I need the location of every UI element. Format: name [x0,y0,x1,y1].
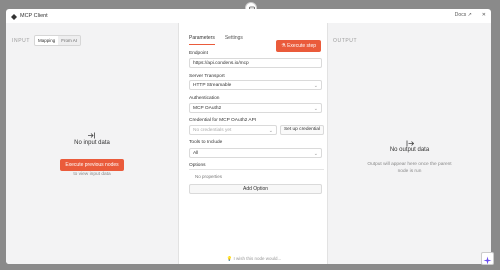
transport-select[interactable]: HTTP Streamable ⌄ [189,80,322,90]
credential-label: Credential for MCP OAuth2 API [189,118,257,123]
input-pane: INPUT Mapping From AI No input data Exec… [6,23,178,264]
auth-label: Authentication [189,96,220,101]
endpoint-label: Endpoint [189,51,208,56]
ai-assistant-icon[interactable] [481,252,494,265]
output-hint: Output will appear here once the parent … [367,162,452,174]
chevron-down-icon: ⌄ [313,106,318,112]
node-title: MCP Client [20,13,48,19]
execute-step-button[interactable]: ⚗ Execute step [276,40,321,52]
setup-credential-button[interactable]: Set up credential [280,125,324,135]
options-divider [189,169,324,170]
output-pane-label: OUTPUT [333,38,358,44]
output-pane: OUTPUT No output data Output will appear… [328,23,491,264]
transport-label: Server Transport [189,74,225,79]
feedback-link[interactable]: 💡 I wish this node would... [179,256,329,262]
tab-parameters[interactable]: Parameters [189,35,215,45]
no-output-title: No output data [389,147,430,153]
endpoint-field[interactable]: https://api.condens.io/mcp [189,58,322,68]
no-input-title: No input data [74,140,110,146]
toggle-mapping[interactable]: Mapping [35,36,59,45]
node-editor-modal: MCP Client Docs ↗ ✕ INPUT Mapping From A… [6,9,491,264]
param-tabs: Parameters Settings [189,35,243,45]
chevron-down-icon: ⌄ [313,83,318,89]
no-properties-text: No properties [195,174,223,179]
execute-previous-button[interactable]: Execute previous nodes [60,159,124,171]
input-hint: to view input data [73,172,111,177]
chevron-down-icon: ⌄ [313,151,318,157]
parameters-pane: Parameters Settings ⚗ Execute step Endpo… [178,23,328,264]
auth-select[interactable]: MCP OAuth2 ⌄ [189,103,322,113]
modal-header: MCP Client [6,9,491,23]
options-label: Options [189,163,206,168]
input-pane-label: INPUT [12,38,30,44]
tools-label: Tools to Include [189,140,223,145]
tab-settings[interactable]: Settings [225,35,243,45]
input-mode-toggle: Mapping From AI [34,35,82,46]
credential-select[interactable]: No credentials yet ⌄ [189,125,277,135]
add-option-button[interactable]: Add Option [189,184,322,194]
chevron-down-icon: ⌄ [268,128,273,134]
toggle-from-ai[interactable]: From AI [58,36,81,45]
close-icon[interactable]: ✕ [482,12,486,18]
docs-link[interactable]: Docs ↗ [455,12,472,18]
tools-select[interactable]: All ⌄ [189,148,322,158]
